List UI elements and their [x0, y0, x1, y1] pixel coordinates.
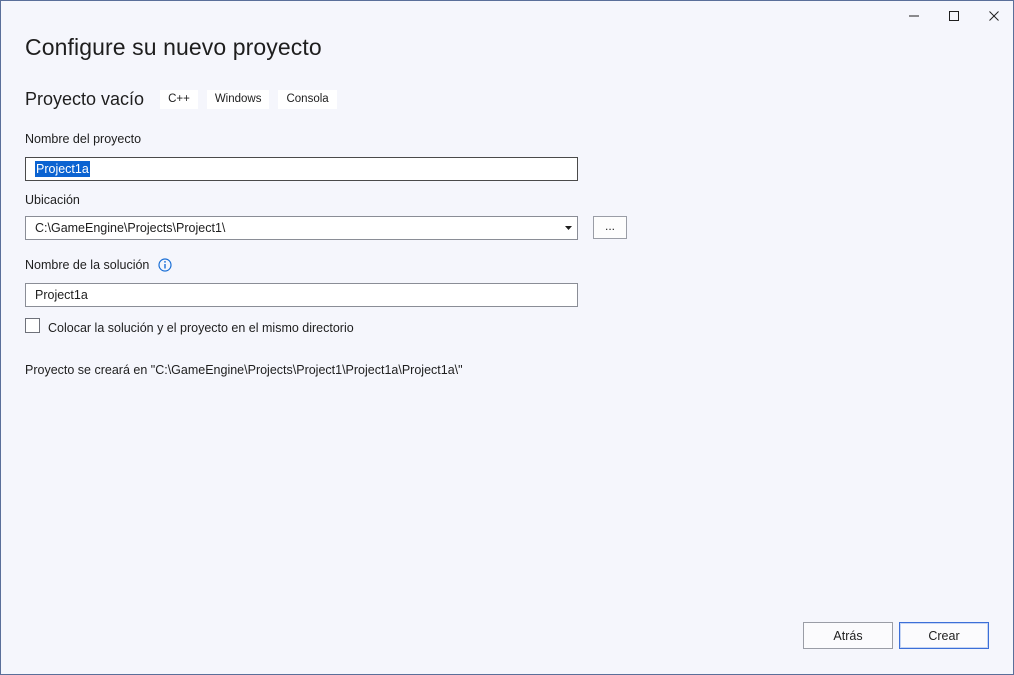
solution-name-label-row: Nombre de la solución [25, 258, 172, 272]
solution-name-label: Nombre de la solución [25, 258, 150, 272]
project-name-input[interactable]: Project1a [25, 157, 578, 181]
minimize-icon [909, 15, 919, 17]
project-path-note: Proyecto se creará en "C:\GameEngine\Pro… [25, 363, 463, 377]
same-directory-checkbox[interactable] [25, 318, 40, 333]
same-directory-label[interactable]: Colocar la solución y el proyecto en el … [48, 321, 354, 335]
minimize-button[interactable] [899, 5, 929, 27]
template-name: Proyecto vacío [25, 89, 145, 109]
close-button[interactable] [979, 5, 1009, 27]
project-name-value: Project1a [35, 161, 90, 177]
chevron-down-icon[interactable] [565, 226, 572, 230]
location-value: C:\GameEngine\Projects\Project1\ [35, 221, 226, 235]
info-icon[interactable] [158, 258, 172, 272]
tag-language: C++ [160, 90, 198, 109]
project-name-label: Nombre del proyecto [25, 132, 142, 146]
tag-project-type: Consola [278, 90, 337, 109]
location-combobox[interactable]: C:\GameEngine\Projects\Project1\ [25, 216, 578, 240]
close-icon [989, 11, 999, 21]
solution-name-value: Project1a [35, 288, 88, 302]
create-button[interactable]: Crear [899, 622, 989, 649]
project-name-value-wrapper: Project1a [35, 161, 90, 177]
maximize-icon [949, 11, 959, 21]
back-button[interactable]: Atrás [803, 622, 893, 649]
location-label: Ubicación [25, 193, 80, 207]
browse-button[interactable]: ... [593, 216, 627, 239]
maximize-button[interactable] [939, 5, 969, 27]
template-summary: Proyecto vacío C++ Windows Consola [25, 89, 346, 110]
configure-project-window: Configure su nuevo proyecto Proyecto vac… [0, 0, 1014, 675]
page-title: Configure su nuevo proyecto [25, 34, 322, 60]
solution-name-input[interactable]: Project1a [25, 283, 578, 307]
tag-platform: Windows [206, 90, 270, 109]
